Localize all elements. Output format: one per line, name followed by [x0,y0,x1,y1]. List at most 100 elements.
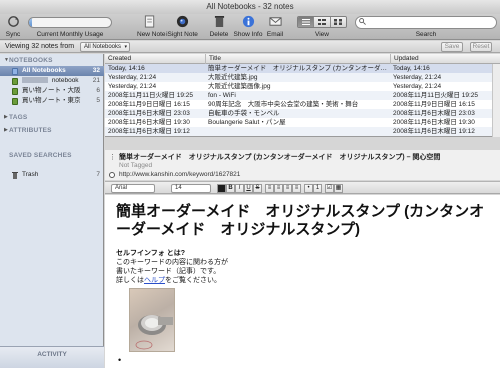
table-row[interactable]: Yesterday, 21:24 大阪近代建築.jpg Yesterday, 21:… [105,73,500,82]
show-info-button[interactable]: Show Info [233,15,263,38]
tags-disclosure-icon[interactable]: ▶ [4,114,8,120]
cell-updated: 2008年11月6日木曜日 19:30 [393,119,475,126]
tags-header[interactable]: TAGS [9,114,27,121]
sidebar-item-trash[interactable]: Trash 7 [0,170,104,180]
notebook-name: All Notebooks [22,67,66,74]
font-size-select[interactable]: 14 [171,184,211,193]
view-label: View [315,31,329,38]
info-icon [241,15,255,28]
notebook-name: 買い物ノート・大阪 [22,87,81,94]
align-left-button[interactable]: ≡ [265,184,274,193]
align-right-button[interactable]: ≡ [283,184,292,193]
view-list-button[interactable] [298,17,315,27]
activity-label: ACTIVITY [37,351,67,358]
search-input[interactable] [355,16,497,29]
note-editor[interactable]: 簡単オーダーメイド オリジナルスタンプ (カンタンオーダーメイド オリジナルスタ… [105,195,500,368]
column-created[interactable]: Created [105,54,205,64]
isight-note-button[interactable]: iSight Note [166,15,198,38]
notebook-count: 6 [96,87,100,94]
cell-updated: 2008年11月11日火曜日 19:25 [393,92,479,99]
italic-button[interactable]: I [235,184,244,193]
sidebar-item-notebook[interactable]: notebook 21 [0,76,104,86]
table-row[interactable]: Today, 14:16 簡単オーダーメイド オリジナルスタンプ (カンタンオーダ… [105,64,500,73]
note-url[interactable]: http://www.kanshin.com/keyword/1627821 [119,171,240,178]
sync-label: Sync [5,31,21,38]
table-row[interactable]: Yesterday, 21:24 大阪近代建築画像.jpg Yesterday, 2… [105,82,500,91]
redacted-text [22,77,48,84]
note-title[interactable]: 簡単オーダーメイド オリジナルスタンプ (カンタンオーダーメイド オリジナルスタ… [119,152,440,162]
view-toggle [297,16,347,28]
scope-dropdown[interactable]: All Notebooks ▾ [80,42,130,52]
notebook-count: 32 [92,67,100,74]
cell-created: 2008年11月11日火曜日 19:25 [108,92,194,99]
cell-title: 大阪近代建築画像.jpg [208,83,271,90]
filter-bar: Viewing 32 notes from All Notebooks ▾ Sa… [0,41,500,53]
new-note-icon [143,15,157,28]
cell-created: Yesterday, 21:24 [108,74,157,81]
notebook-icon [12,98,18,105]
reset-button[interactable]: Reset [470,42,492,52]
notebook-stack-icon [12,68,18,75]
snippet-view-icon [317,19,326,25]
body-line-1: このキーワードの内容に関わる方が [116,259,228,266]
view-snippet-button[interactable] [314,17,331,27]
bulleted-list-button[interactable]: • [304,184,313,193]
font-family-value: Arial [115,185,128,191]
sidebar-item-osaka-shopping[interactable]: 買い物ノート・大阪 6 [0,86,104,96]
sync-button[interactable]: Sync [4,15,22,38]
table-row[interactable]: 2008年11月11日火曜日 19:25 fon - WiFi 2008年11月11… [105,91,500,100]
view-thumbnail-button[interactable] [330,17,346,27]
email-button[interactable]: Email [266,15,284,38]
save-search-button[interactable]: Save [441,42,463,52]
justify-button[interactable]: ≡ [292,184,301,193]
new-note-button[interactable]: New Note [137,15,166,38]
split-handle-icon[interactable]: ⋮ [109,153,116,161]
strikethrough-button[interactable]: S [253,184,262,193]
activity-panel[interactable]: ACTIVITY [0,346,104,368]
toolbar: Sync Current Monthly Usage New Note iSig… [0,14,500,40]
table-button[interactable]: ▦ [334,184,343,193]
sidebar-item-all-notebooks[interactable]: All Notebooks 32 [0,66,104,76]
attributes-header[interactable]: ATTRIBUTES [9,127,52,134]
bold-button[interactable]: B [226,184,235,193]
stamp-photo[interactable] [129,288,175,352]
text-color-button[interactable] [217,184,226,193]
search-icon [359,18,366,29]
body-line-3-pre: 詳しくは [116,277,144,284]
font-family-select[interactable]: Arial [111,184,155,193]
underline-button[interactable]: U [244,184,253,193]
email-icon [268,15,282,28]
table-row[interactable]: 2008年11月6日木曜日 23:03 自転車の手袋・モンベル 2008年11月6日… [105,109,500,118]
cell-title: 90周年記念 大阪市中央公会堂の建築・美術・舞台 [208,101,359,108]
delete-button[interactable]: Delete [208,15,230,38]
usage-meter [28,17,112,28]
notebook-name: 買い物ノート・東京 [22,97,81,104]
column-updated[interactable]: Updated [390,54,492,64]
sidebar-item-tokyo-shopping[interactable]: 買い物ノート・東京 5 [0,96,104,106]
viewing-count-text: Viewing 32 notes from [5,43,75,50]
cell-created: 2008年11月6日木曜日 19:30 [108,119,190,126]
table-row[interactable]: 2008年11月6日木曜日 19:30 Boulangerie Salut・パン屋… [105,118,500,127]
align-center-button[interactable]: ≡ [274,184,283,193]
saved-searches-header: SAVED SEARCHES [9,152,72,159]
body-line-3: 詳しくはヘルプをご覧ください。 [116,276,221,285]
isight-note-label: iSight Note [166,31,198,38]
note-tags[interactable]: Not Tagged [119,162,152,169]
window-title-bar: All Notebooks - 32 notes [0,0,500,14]
note-list-scrollbar[interactable] [492,64,500,137]
trash-label: Trash [22,171,39,178]
table-row[interactable]: 2008年11月6日木曜日 19:12 2008年11月6日木曜日 19:12 [105,127,500,136]
cell-title: 大阪近代建築.jpg [208,74,258,81]
notebook-icon [12,88,18,95]
column-title[interactable]: Title [205,54,390,64]
thumbnail-view-icon [334,19,343,25]
notebooks-header: NOTEBOOKS [9,57,53,64]
cell-created: 2008年11月6日木曜日 23:03 [108,110,190,117]
notebook-icon [12,78,18,85]
checkbox-button[interactable]: ☑ [325,184,334,193]
help-link[interactable]: ヘルプ [144,277,165,284]
delete-label: Delete [209,31,229,38]
attributes-disclosure-icon[interactable]: ▶ [4,127,8,133]
table-row[interactable]: 2008年11月9日日曜日 16:15 90周年記念 大阪市中央公会堂の建築・美術… [105,100,500,109]
numbered-list-button[interactable]: 1 [313,184,322,193]
